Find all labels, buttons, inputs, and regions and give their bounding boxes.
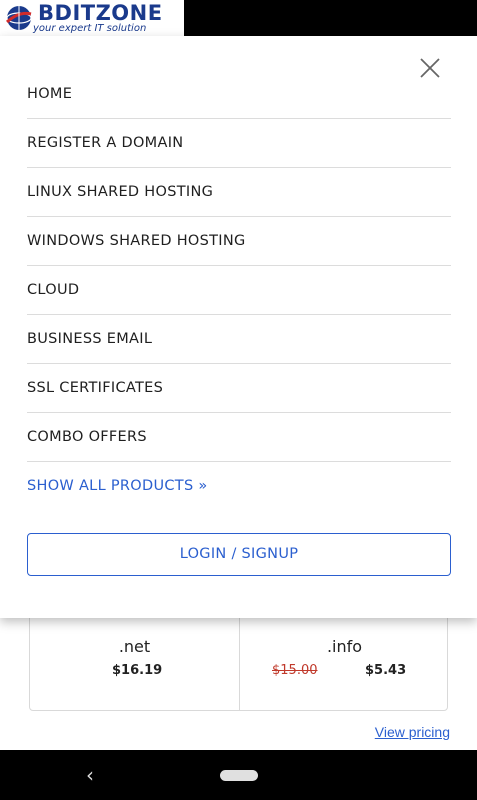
menu-item-business-email[interactable]: BUSINESS EMAIL (27, 315, 451, 364)
back-icon[interactable]: ‹ (86, 763, 94, 787)
tld-divider (239, 611, 240, 710)
logo-name: BDITZONE (38, 1, 163, 25)
view-pricing-link[interactable]: View pricing (375, 724, 450, 740)
tld-name-net: .net (118, 637, 151, 656)
menu-item-home[interactable]: HOME (27, 70, 451, 119)
tld-pricing-card: .net $16.19 .info $15.00 $5.43 (29, 610, 448, 711)
login-signup-button[interactable]: LOGIN / SIGNUP (27, 533, 451, 576)
menu-item-ssl-certificates[interactable]: SSL CERTIFICATES (27, 364, 451, 413)
top-bar: BDITZONE your expert IT solution (0, 0, 477, 36)
globe-icon (5, 6, 32, 30)
logo-tagline: your expert IT solution (33, 23, 147, 34)
tld-price-info: $5.43 (365, 663, 407, 678)
tld-price-net: $16.19 (112, 663, 163, 678)
menu-item-windows-hosting[interactable]: WINDOWS SHARED HOSTING (27, 217, 451, 266)
tld-name-info: .info (326, 637, 363, 656)
home-pill-icon[interactable] (220, 770, 258, 781)
site-logo[interactable]: BDITZONE your expert IT solution (0, 0, 184, 36)
menu-item-show-all-products[interactable]: SHOW ALL PRODUCTS » (27, 462, 451, 511)
nav-menu-drawer: HOME REGISTER A DOMAIN LINUX SHARED HOST… (0, 36, 477, 618)
menu-item-register-domain[interactable]: REGISTER A DOMAIN (27, 119, 451, 168)
menu-item-linux-hosting[interactable]: LINUX SHARED HOSTING (27, 168, 451, 217)
menu-item-cloud[interactable]: CLOUD (27, 266, 451, 315)
system-nav-bar: ‹ (0, 750, 477, 800)
menu-item-combo-offers[interactable]: COMBO OFFERS (27, 413, 451, 462)
menu-list: HOME REGISTER A DOMAIN LINUX SHARED HOST… (27, 70, 451, 511)
tld-old-price-info: $15.00 (272, 663, 318, 678)
